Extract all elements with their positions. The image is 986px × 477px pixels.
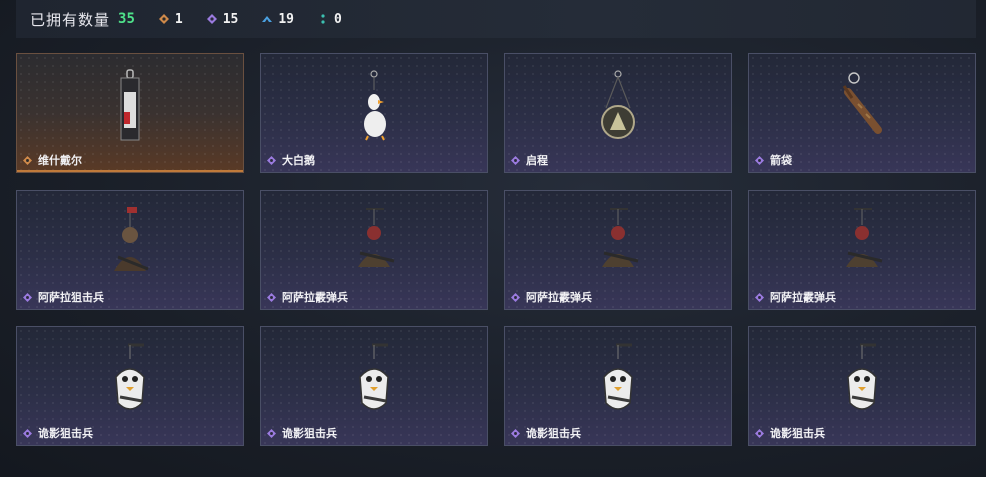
item-name: 大白鹅	[282, 154, 315, 167]
quiver-keychain-icon	[842, 72, 882, 134]
purple-diamond-icon	[23, 428, 32, 438]
teal-dots-icon	[321, 14, 325, 24]
item-card[interactable]: 阿萨拉霰弹兵	[504, 190, 732, 310]
stat-blue-value: 19	[278, 11, 295, 27]
item-footer: 诡影狙击兵	[749, 421, 975, 445]
goose-keychain-icon	[364, 70, 386, 141]
purple-diamond-icon	[511, 155, 520, 165]
owned-label: 已拥有数量	[30, 10, 111, 29]
item-name: 诡影狙击兵	[526, 427, 581, 440]
stat-purple-value: 15	[222, 11, 239, 27]
item-name: 阿萨拉霰弹兵	[526, 291, 592, 304]
item-name: 维什戴尔	[38, 154, 82, 167]
stat-teal-value: 0	[334, 11, 342, 27]
item-name: 诡影狙击兵	[38, 427, 93, 440]
item-footer: 阿萨拉霰弹兵	[505, 285, 731, 309]
purple-diamond-icon	[511, 292, 520, 302]
purple-diamond-icon	[23, 292, 32, 302]
purple-diamond-icon	[755, 428, 764, 438]
stat-purple: 15	[206, 11, 239, 27]
soldier-keychain-icon	[602, 208, 639, 267]
item-footer: 诡影狙击兵	[505, 421, 731, 445]
soldier-keychain-icon	[846, 208, 883, 267]
item-card[interactable]: 阿萨拉霰弹兵	[260, 190, 488, 310]
stat-orange-value: 1	[174, 11, 183, 27]
purple-diamond-icon	[755, 292, 764, 302]
phantom-keychain-icon	[603, 343, 633, 410]
orange-diamond-icon	[158, 14, 169, 24]
item-card[interactable]: 诡影狙击兵	[748, 326, 976, 446]
item-card[interactable]: 大白鹅	[260, 53, 488, 173]
purple-diamond-icon	[755, 155, 764, 165]
orange-diamond-icon	[23, 155, 32, 165]
stat-teal: 0	[318, 12, 342, 27]
item-footer: 阿萨拉狙击兵	[17, 285, 243, 309]
owned-count: 35	[118, 11, 135, 27]
item-name: 阿萨拉霰弹兵	[282, 291, 348, 304]
item-card[interactable]: 箭袋	[748, 53, 976, 173]
item-footer: 箭袋	[749, 148, 975, 172]
item-footer: 阿萨拉霰弹兵	[749, 285, 975, 309]
blue-chevron-icon	[262, 16, 273, 22]
item-footer: 诡影狙击兵	[17, 421, 243, 445]
item-name: 阿萨拉狙击兵	[38, 291, 104, 304]
purple-diamond-icon	[267, 155, 276, 165]
soldier-keychain-icon	[114, 207, 149, 271]
tag-keychain-icon	[120, 69, 140, 141]
purple-diamond-icon	[206, 14, 217, 24]
item-card[interactable]: 阿萨拉霰弹兵	[748, 190, 976, 310]
medal-keychain-icon	[601, 70, 635, 139]
item-card[interactable]: 诡影狙击兵	[504, 326, 732, 446]
item-footer: 启程	[505, 148, 731, 172]
phantom-keychain-icon	[847, 343, 877, 410]
stat-orange: 1	[158, 11, 183, 27]
item-footer: 大白鹅	[261, 148, 487, 172]
item-card[interactable]: 维什戴尔	[16, 53, 244, 173]
inventory-header: 已拥有数量 35 1 15 19 0	[16, 0, 976, 38]
stat-blue: 19	[262, 12, 294, 27]
item-card[interactable]: 启程	[504, 53, 732, 173]
purple-diamond-icon	[267, 292, 276, 302]
purple-diamond-icon	[267, 428, 276, 438]
soldier-keychain-icon	[358, 208, 395, 267]
item-card[interactable]: 诡影狙击兵	[16, 326, 244, 446]
item-name: 诡影狙击兵	[282, 427, 337, 440]
item-name: 启程	[526, 154, 548, 167]
phantom-keychain-icon	[359, 343, 389, 410]
item-card[interactable]: 阿萨拉狙击兵	[16, 190, 244, 310]
item-footer: 维什戴尔	[17, 150, 243, 172]
phantom-keychain-icon	[115, 343, 145, 410]
item-name: 诡影狙击兵	[770, 427, 825, 440]
purple-diamond-icon	[511, 428, 520, 438]
item-name: 箭袋	[770, 154, 792, 167]
item-name: 阿萨拉霰弹兵	[770, 291, 836, 304]
item-footer: 阿萨拉霰弹兵	[261, 285, 487, 309]
item-footer: 诡影狙击兵	[261, 421, 487, 445]
item-card[interactable]: 诡影狙击兵	[260, 326, 488, 446]
